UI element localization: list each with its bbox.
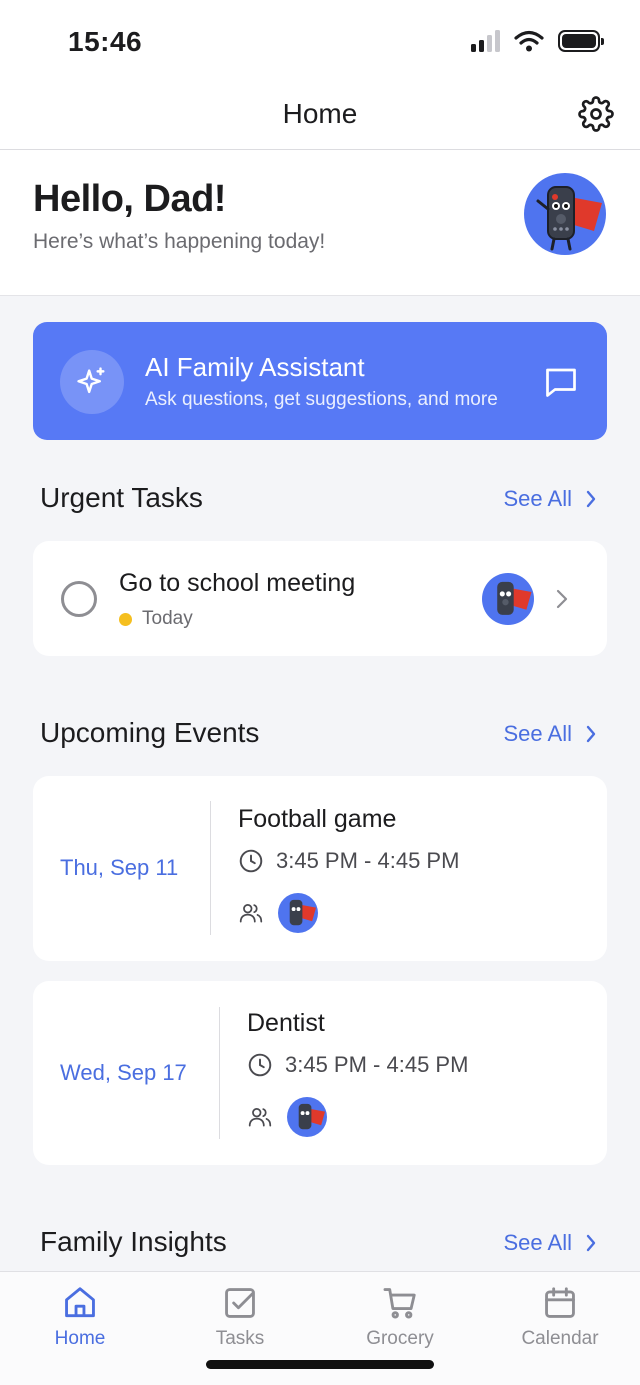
event-attendees [238,893,318,933]
sparkles-icon [77,367,105,394]
battery-icon [558,30,604,52]
remote-mascot-icon [298,1103,326,1130]
family-insights-see-all[interactable]: See All [504,1230,597,1256]
tab-calendar[interactable]: Calendar [480,1272,640,1372]
nav-bar: Home [0,80,640,150]
tab-label: Tasks [215,1328,265,1349]
tab-tasks[interactable]: Tasks [160,1272,320,1372]
chevron-right-icon [586,1234,596,1252]
chevron-right-icon [586,725,596,743]
greeting-header: Hello, Dad! Here’s what’s happening toda… [0,150,640,296]
attendee-avatar [278,893,318,933]
due-status-dot [119,612,132,626]
urgent-tasks-title: Urgent Tasks [40,482,203,513]
remote-mascot-icon [497,581,532,615]
task-due-label: Today [142,608,193,629]
calendar-icon [545,1287,575,1318]
upcoming-events-title: Upcoming Events [40,717,260,748]
status-icons [471,30,604,52]
greeting-title: Hello, Dad! [33,178,226,220]
see-all-label: See All [503,1230,573,1255]
task-title: Go to school meeting [119,569,356,597]
people-icon [248,1108,272,1127]
tab-label: Home [54,1328,106,1349]
ai-assistant-title: AI Family Assistant [145,352,365,382]
attendee-avatar [287,1097,327,1137]
event-time: 3:45 PM - 4:45 PM [247,1052,468,1078]
event-time-label: 3:45 PM - 4:45 PM [285,1052,469,1077]
cart-icon [383,1288,416,1319]
ai-assistant-subtitle: Ask questions, get suggestions, and more [145,389,498,410]
settings-gear-icon[interactable] [578,96,614,132]
wifi-icon [514,30,544,52]
clock-icon [239,849,263,873]
event-time: 3:45 PM - 4:45 PM [238,848,459,874]
chat-bubble-icon [546,368,576,397]
cellular-signal-icon [471,30,500,52]
page-title: Home [282,98,358,129]
people-icon [239,904,263,923]
task-due: Today [119,608,193,630]
tab-grocery[interactable]: Grocery [320,1272,480,1372]
task-card[interactable]: Go to school meeting Today [33,541,607,656]
tab-home[interactable]: Home [0,1272,160,1372]
greeting-subtitle: Here’s what’s happening today! [33,230,326,253]
remote-mascot-icon [289,899,317,926]
chevron-right-icon [556,589,568,609]
see-all-label: See All [503,721,573,746]
tab-label: Calendar [521,1328,599,1349]
event-date: Wed, Sep 17 [60,1060,187,1085]
user-avatar[interactable] [524,173,606,255]
clock-icon [248,1053,272,1077]
see-all-label: See All [503,486,573,511]
status-bar: 15:46 [0,0,640,80]
upcoming-events-see-all[interactable]: See All [504,721,597,747]
remote-mascot-icon [536,186,602,251]
event-divider [219,1007,220,1139]
event-title: Dentist [247,1009,325,1037]
task-complete-checkbox[interactable] [61,581,97,617]
event-date: Thu, Sep 11 [60,855,179,880]
family-insights-title: Family Insights [40,1226,227,1257]
event-title: Football game [238,805,397,833]
chevron-right-icon [586,490,596,508]
ai-assistant-card[interactable]: AI Family Assistant Ask questions, get s… [33,322,607,440]
home-icon [65,1287,95,1318]
status-time: 15:46 [68,26,143,57]
assignee-avatar [482,573,534,625]
tab-label: Grocery [366,1328,434,1349]
event-attendees [247,1097,327,1137]
checkbox-icon [225,1288,255,1318]
urgent-tasks-see-all[interactable]: See All [504,486,597,512]
ai-icon-badge [60,350,124,414]
event-card[interactable]: Wed, Sep 17 Dentist 3:45 PM - 4:45 PM [33,981,607,1165]
event-card[interactable]: Thu, Sep 11 Football game 3:45 PM - 4:45… [33,776,607,961]
event-time-label: 3:45 PM - 4:45 PM [276,848,460,873]
event-divider [210,801,211,935]
home-indicator [206,1360,434,1369]
